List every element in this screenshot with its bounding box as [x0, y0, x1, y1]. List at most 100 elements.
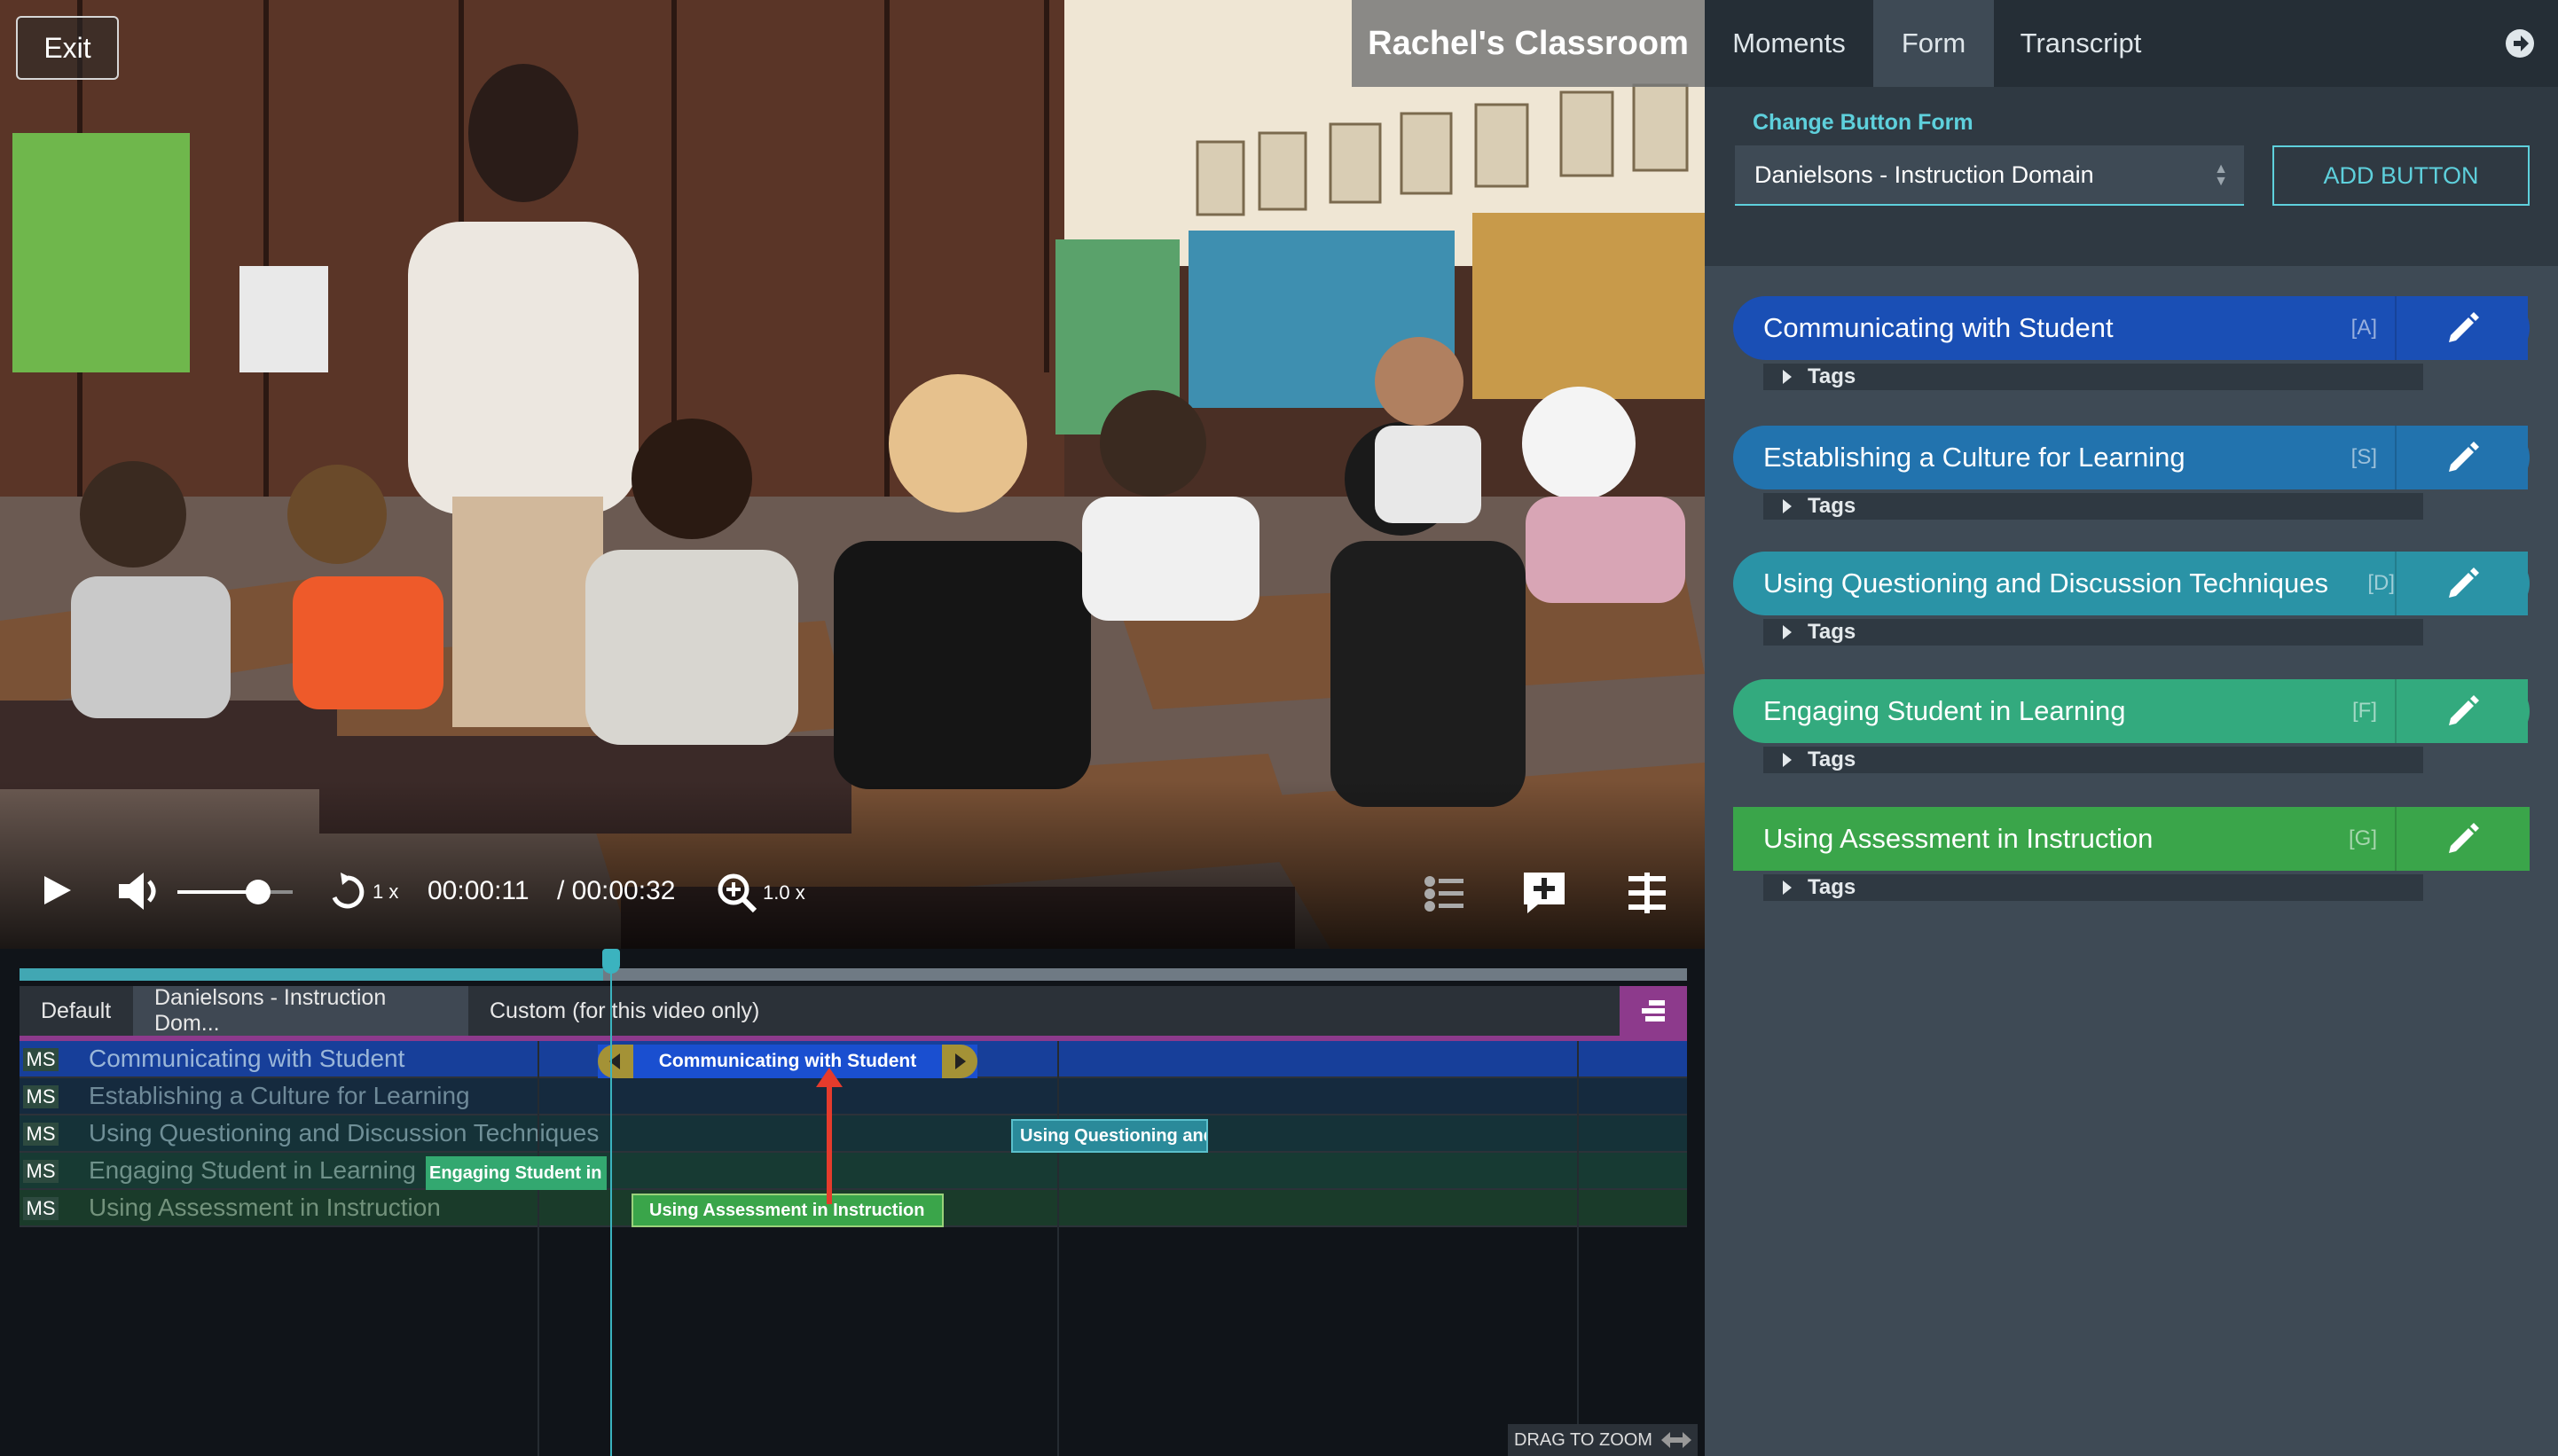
chevron-right-icon — [955, 1053, 966, 1069]
progress-bar-fill — [20, 968, 603, 981]
timeline-toggle-button[interactable] — [1627, 873, 1667, 913]
drag-to-zoom-hint[interactable]: DRAG TO ZOOM — [1508, 1424, 1698, 1456]
tab-moments[interactable]: Moments — [1705, 0, 1873, 87]
timeline-tab-default[interactable]: Default — [20, 986, 133, 1036]
form-button-engaging[interactable]: Engaging Student in Learning [F] — [1733, 679, 2530, 743]
video-player[interactable]: Exit Rachel's Classroom 1 x 00:00:11 / 0… — [0, 0, 1705, 949]
shortcut-key: [G] — [2348, 826, 2377, 850]
pencil-icon — [2449, 823, 2479, 853]
timeline-row[interactable]: MS Using Questioning and Discussion Tech… — [20, 1115, 1687, 1153]
segment-trim-end-handle[interactable] — [942, 1045, 977, 1078]
timeline-gridline — [1577, 1041, 1579, 1456]
play-button[interactable] — [39, 873, 75, 908]
add-comment-icon — [1524, 873, 1565, 913]
volume-slider[interactable] — [177, 878, 293, 906]
ms-badge: MS — [23, 1197, 59, 1220]
edit-button[interactable] — [2395, 426, 2530, 489]
segment-label: Communicating with Student — [658, 1051, 917, 1071]
zoom-in-icon — [718, 873, 757, 913]
tags-toggle[interactable]: Tags — [1763, 493, 2423, 520]
ms-badge: MS — [23, 1123, 59, 1146]
shortcut-key: [A] — [2350, 316, 2377, 340]
timeline-tab-danielsons[interactable]: Danielsons - Instruction Dom... — [133, 985, 468, 1036]
form-button-label: Communicating with Student — [1763, 312, 2114, 343]
pencil-icon — [2449, 695, 2479, 725]
segment-trim-start-handle[interactable] — [598, 1045, 633, 1078]
current-time: 00:00:11 — [428, 876, 530, 905]
playback-speed-value: 1 x — [373, 881, 399, 903]
timeline-row-label: Using Assessment in Instruction — [89, 1194, 441, 1221]
stack-icon — [1642, 1000, 1665, 1022]
edit-button[interactable] — [2395, 296, 2530, 360]
volume-slider-knob[interactable] — [246, 880, 271, 904]
edit-button[interactable] — [2395, 679, 2530, 743]
close-panel-button[interactable] — [2505, 28, 2535, 63]
drag-to-zoom-label: DRAG TO ZOOM — [1514, 1429, 1652, 1450]
panel-tabs: Moments Form Transcript — [1705, 0, 2558, 87]
timeline[interactable]: Default Danielsons - Instruction Dom... … — [0, 949, 1705, 1456]
tab-form[interactable]: Form — [1873, 0, 1994, 87]
timeline-segment[interactable]: Engaging Student in — [426, 1156, 607, 1190]
resize-horizontal-icon — [1660, 1432, 1691, 1448]
video-controls: 1 x 00:00:11 / 00:00:32 1.0 x — [0, 842, 1705, 949]
annotation-arrow-head — [816, 1068, 843, 1087]
classroom-video-frame — [0, 0, 1705, 949]
progress-bar[interactable] — [20, 968, 1687, 981]
pencil-icon — [2449, 312, 2479, 342]
playhead-line — [610, 958, 612, 1456]
timeline-row[interactable]: MS Establishing a Culture for Learning — [20, 1078, 1687, 1115]
timeline-row-label: Using Questioning and Discussion Techniq… — [89, 1119, 600, 1147]
timeline-row[interactable]: MS Engaging Student in Learning — [20, 1153, 1687, 1190]
select-arrows-icon: ▲ ▼ — [2214, 161, 2228, 189]
exit-button[interactable]: Exit — [16, 16, 119, 80]
side-panel: Moments Form Transcript Change Button Fo… — [1705, 0, 2558, 1456]
form-button-communicating[interactable]: Communicating with Student [A] — [1733, 296, 2530, 360]
timeline-segment[interactable]: Using Assessment in Instruction — [632, 1194, 944, 1227]
tags-toggle[interactable]: Tags — [1763, 364, 2423, 390]
zoom-button[interactable]: 1.0 x — [717, 873, 805, 913]
video-title: Rachel's Classroom — [1352, 0, 1705, 87]
play-icon — [44, 876, 71, 904]
form-button-questioning[interactable]: Using Questioning and Discussion Techniq… — [1733, 552, 2530, 615]
zoom-value: 1.0 x — [763, 881, 805, 904]
list-view-button[interactable] — [1423, 874, 1463, 913]
add-button[interactable]: ADD BUTTON — [2272, 145, 2530, 206]
playback-speed-button[interactable]: 1 x — [328, 873, 398, 912]
ms-badge: MS — [23, 1085, 59, 1108]
total-duration: / 00:00:32 — [557, 876, 676, 905]
collapse-timeline-button[interactable] — [1620, 986, 1687, 1036]
tab-transcript[interactable]: Transcript — [1994, 0, 2168, 87]
edit-button[interactable] — [2395, 807, 2530, 871]
pencil-icon — [2449, 568, 2479, 598]
list-icon — [1424, 876, 1463, 912]
timeline-segment-selected[interactable]: Communicating with Student — [598, 1045, 977, 1078]
timeline-row-label: Establishing a Culture for Learning — [89, 1082, 470, 1109]
replay-speed-icon — [332, 873, 365, 909]
tags-toggle[interactable]: Tags — [1763, 619, 2423, 646]
volume-icon — [119, 873, 156, 910]
timeline-row-label: Engaging Student in Learning — [89, 1156, 416, 1184]
form-button-assessment[interactable]: Using Assessment in Instruction [G] — [1733, 807, 2530, 871]
timeline-tabbar: Default Danielsons - Instruction Dom... … — [20, 985, 1687, 1041]
annotation-arrow — [827, 1084, 832, 1204]
edit-button[interactable] — [2395, 552, 2530, 615]
change-button-form-label: Change Button Form — [1753, 110, 1973, 135]
volume-button[interactable] — [117, 871, 163, 912]
tags-toggle[interactable]: Tags — [1763, 874, 2423, 901]
timeline-gridline — [1057, 1041, 1059, 1456]
form-select[interactable]: Danielsons - Instruction Domain ▲ ▼ — [1735, 145, 2244, 206]
timeline-tab-custom[interactable]: Custom (for this video only) — [468, 986, 841, 1036]
pencil-icon — [2449, 442, 2479, 472]
ms-badge: MS — [23, 1048, 59, 1071]
shortcut-key: [D] — [2367, 571, 2395, 595]
ms-badge: MS — [23, 1160, 59, 1183]
form-button-culture[interactable]: Establishing a Culture for Learning [S] — [1733, 426, 2530, 489]
playhead-handle[interactable] — [602, 949, 620, 974]
timeline-segment[interactable]: Using Questioning and — [1011, 1119, 1208, 1153]
add-comment-button[interactable] — [1522, 871, 1566, 915]
shortcut-key: [S] — [2350, 445, 2377, 469]
timeline-gridline — [537, 1041, 539, 1456]
form-select-value: Danielsons - Instruction Domain — [1754, 160, 2094, 188]
tags-toggle[interactable]: Tags — [1763, 747, 2423, 773]
form-button-label: Using Assessment in Instruction — [1763, 823, 2154, 854]
